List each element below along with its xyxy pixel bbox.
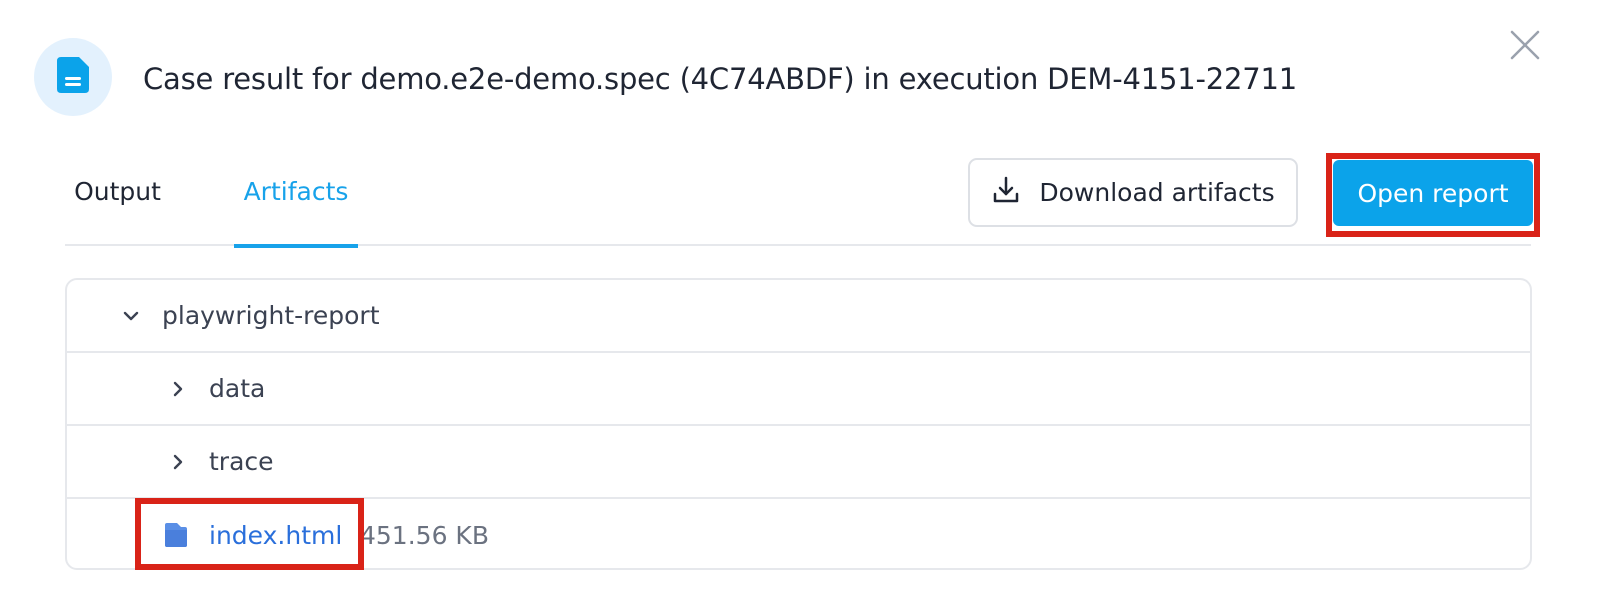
artifacts-tree: playwright-report data trace index.html … [65,278,1532,570]
download-artifacts-label: Download artifacts [1039,178,1275,207]
close-icon [1509,29,1541,65]
modal-title: Case result for demo.e2e-demo.spec (4C74… [143,62,1298,96]
header-icon-badge [34,38,112,116]
close-button[interactable] [1507,29,1543,65]
file-link-index-html[interactable]: index.html [209,521,342,550]
chevron-right-icon[interactable] [166,377,190,401]
chevron-right-icon[interactable] [166,450,190,474]
tree-folder-playwright-report[interactable]: playwright-report [67,280,1530,353]
folder-label: data [209,374,266,403]
tree-file-index-html[interactable]: index.html 451.56 KB [67,499,1530,568]
tree-folder-data[interactable]: data [67,353,1530,426]
folder-label: playwright-report [162,301,380,330]
document-icon [55,55,91,99]
tab-output[interactable]: Output [65,150,170,246]
chevron-down-icon[interactable] [119,304,143,328]
open-report-button[interactable]: Open report [1333,160,1533,226]
tab-bar: Output Artifacts [65,150,1531,248]
file-size: 451.56 KB [360,521,489,550]
folder-label: trace [209,447,274,476]
tree-folder-trace[interactable]: trace [67,426,1530,499]
file-icon [163,521,189,549]
download-icon [991,175,1021,211]
tab-artifacts[interactable]: Artifacts [234,150,358,248]
download-artifacts-button[interactable]: Download artifacts [968,158,1298,227]
